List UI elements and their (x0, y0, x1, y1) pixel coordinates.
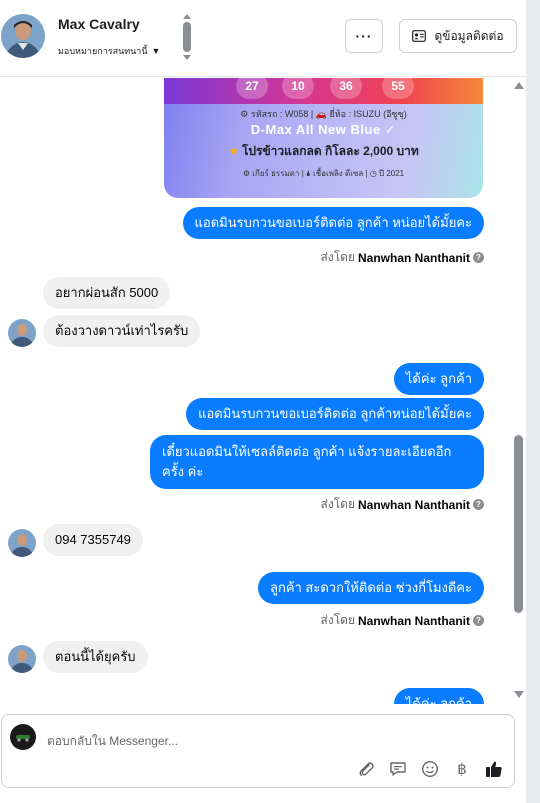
drag-handle[interactable] (182, 14, 192, 60)
outgoing-message[interactable]: ได้ค่ะ ลูกค้า (393, 688, 484, 704)
sent-by-line: ส่งโดย Nanwhan Nanthanit ? (321, 495, 484, 514)
conversation-header: Max Cavalry มอบหมายการสนทนานี้ ▼ ··· ดูข… (0, 0, 526, 77)
outgoing-message[interactable]: เดี๋ยวแอดมินให้เซลล์ติดต่อ ลูกค้า แจ้งรา… (150, 435, 484, 489)
promo-number: 27 (236, 78, 268, 99)
page-edge (526, 0, 540, 803)
view-contact-label: ดูข้อมูลติดต่อ (434, 28, 504, 43)
promo-number: 36 (330, 78, 362, 99)
scroll-up-arrow-icon[interactable] (514, 82, 524, 89)
message-line: ครั้ง ค่ะ (162, 464, 204, 479)
sent-by-agent: Nanwhan Nanthanit (357, 613, 470, 628)
contact-card-icon (412, 30, 427, 42)
reply-input[interactable]: ตอบกลับใน Messenger... (47, 732, 178, 751)
sent-by-agent: Nanwhan Nanthanit (357, 250, 470, 265)
incoming-message[interactable]: อยากผ่อนสัก 5000 (43, 277, 171, 309)
payment-icon[interactable]: ฿ (452, 759, 472, 779)
contact-name: Max Cavalry (58, 16, 140, 32)
outgoing-message[interactable]: แอดมินรบกวนขอเบอร์ติดต่อ ลูกค้าหน่อยได้ม… (186, 398, 484, 430)
like-icon[interactable] (484, 759, 504, 779)
promo-image-card[interactable]: 27 10 36 55 ⚙ รหัสรถ : W058 | 🚗 ยี่ห้อ :… (164, 78, 483, 198)
promo-banner: 27 10 36 55 (164, 78, 483, 104)
scrollbar-thumb[interactable] (514, 435, 523, 613)
sent-by-prefix: ส่งโดย (320, 250, 355, 264)
outgoing-message[interactable]: แอดมินรบกวนขอเบอร์ติดต่อ ลูกค้า หน่อยได้… (182, 207, 484, 239)
reply-composer[interactable]: ตอบกลับใน Messenger... ฿ (1, 714, 515, 788)
outgoing-message[interactable]: ได้ค่ะ ลูกค้า (393, 363, 484, 395)
promo-number: 10 (282, 78, 314, 99)
promo-title: D-Max All New Blue ✓ (250, 122, 397, 137)
help-icon[interactable]: ? (473, 615, 484, 626)
triangle-up-icon (183, 14, 191, 19)
contact-avatar-small (8, 529, 36, 557)
sent-by-agent: Nanwhan Nanthanit (357, 497, 470, 512)
outgoing-message[interactable]: ลูกค้า สะดวกให้ติดต่อ ช่วงกี่โมงดีคะ (257, 572, 484, 604)
scroll-down-arrow-icon[interactable] (514, 691, 524, 698)
contact-avatar-small (8, 319, 36, 347)
assign-label: มอบหมายการสนทนานี้ (58, 46, 148, 56)
incoming-message[interactable]: ตอนนี้ได้ยุครับ (43, 641, 148, 673)
contact-avatar[interactable] (1, 14, 45, 58)
incoming-message[interactable]: 094 7355749 (43, 524, 143, 556)
triangle-down-icon (183, 55, 191, 60)
sent-by-prefix: ส่งโดย (320, 613, 355, 627)
message-line: เดี๋ยวแอดมินให้เซลล์ติดต่อ ลูกค้า แจ้งรา… (162, 444, 452, 459)
message-thread[interactable]: 27 10 36 55 ⚙ รหัสรถ : W058 | 🚗 ยี่ห้อ :… (0, 78, 512, 704)
saved-reply-icon[interactable] (388, 759, 408, 779)
assign-conversation-dropdown[interactable]: มอบหมายการสนทนานี้ ▼ (58, 44, 160, 58)
attachment-icon[interactable] (356, 759, 376, 779)
promo-code-line: ⚙ รหัสรถ : W058 | 🚗 ยี่ห้อ : ISUZU (อีซู… (240, 109, 407, 119)
star-icon: ★ (228, 144, 239, 158)
view-contact-button[interactable]: ดูข้อมูลติดต่อ (399, 19, 517, 53)
promo-offer: ★ โปรข้าวแลกลด กิโลละ 2,000 บาท (164, 142, 483, 161)
promo-specs: ⚙ เกียร์ ธรรมดา | 🌢 เชื้อเพลิง ดีเซล | ◷… (242, 169, 405, 178)
help-icon[interactable]: ? (473, 252, 484, 263)
promo-number: 55 (382, 78, 414, 99)
help-icon[interactable]: ? (473, 499, 484, 510)
caret-down-icon: ▼ (151, 46, 161, 56)
emoji-icon[interactable] (420, 759, 440, 779)
sent-by-line: ส่งโดย Nanwhan Nanthanit ? (321, 248, 484, 267)
contact-avatar-small (8, 645, 36, 673)
composer-tools: ฿ (356, 759, 504, 779)
sent-by-prefix: ส่งโดย (320, 497, 355, 511)
promo-offer-text: โปรข้าวแลกลด กิโลละ 2,000 บาท (241, 144, 419, 158)
thread-scrollbar[interactable] (512, 78, 526, 704)
more-label: ··· (355, 28, 373, 44)
incoming-message[interactable]: ต้องวางดาวน์เท่าไรครับ (43, 315, 201, 347)
more-options-button[interactable]: ··· (345, 19, 383, 53)
drag-pill-icon (183, 22, 191, 52)
conversation-panel: Max Cavalry มอบหมายการสนทนานี้ ▼ ··· ดูข… (0, 0, 526, 803)
page-avatar (10, 724, 36, 750)
sent-by-line: ส่งโดย Nanwhan Nanthanit ? (321, 611, 484, 630)
